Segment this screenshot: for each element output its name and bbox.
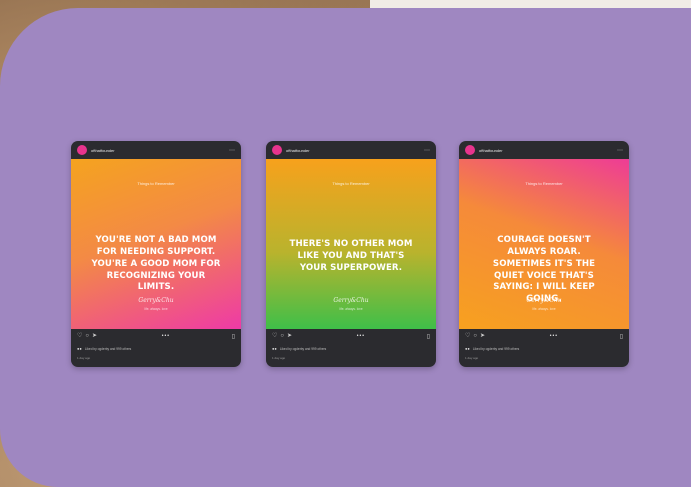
post-header: ofthatfounder ⋯ bbox=[71, 141, 241, 159]
liked-by-text[interactable]: Liked by ogderby and 999 others bbox=[280, 347, 326, 351]
post-time: 1 day ago bbox=[272, 356, 286, 360]
liked-avatars: ●● bbox=[465, 346, 470, 351]
instagram-post[interactable]: ofthatfounder ⋯ Things to Remember THERE… bbox=[266, 141, 436, 367]
post-image: Things to Remember THERE'S NO OTHER MOM … bbox=[266, 159, 436, 329]
heart-icon[interactable]: ♡ bbox=[465, 333, 470, 339]
post-likes: ●● Liked by ogderby and 999 others bbox=[465, 346, 623, 351]
post-signature: Gerry&Chu bbox=[138, 297, 174, 304]
post-actions: ♡ ○ ➤ ••• ▯ bbox=[77, 332, 235, 340]
carousel-dots: ••• bbox=[549, 333, 558, 339]
avatar[interactable] bbox=[465, 145, 475, 155]
background-highlight bbox=[370, 0, 691, 8]
post-signature-sub: life. always. love bbox=[144, 307, 168, 311]
post-signature-sub: life. always. love bbox=[339, 307, 363, 311]
post-time: 1 day ago bbox=[465, 356, 479, 360]
instagram-post[interactable]: ofthatfounder ⋯ Things to Remember YOU'R… bbox=[71, 141, 241, 367]
post-signature: Gerry&Chu bbox=[333, 297, 369, 304]
liked-by-text[interactable]: Liked by ogderby and 999 others bbox=[85, 347, 131, 351]
share-icon[interactable]: ➤ bbox=[287, 333, 292, 339]
heart-icon[interactable]: ♡ bbox=[272, 333, 277, 339]
post-image: Things to Remember COURAGE DOESN'T ALWAY… bbox=[459, 159, 629, 329]
avatar[interactable] bbox=[272, 145, 282, 155]
post-quote: COURAGE DOESN'T ALWAYS ROAR. SOMETIMES I… bbox=[492, 235, 596, 305]
liked-by-text[interactable]: Liked by ogderby and 999 others bbox=[473, 347, 519, 351]
purple-panel: ofthatfounder ⋯ Things to Remember YOU'R… bbox=[0, 8, 691, 487]
post-handle[interactable]: ofthatfounder bbox=[479, 148, 617, 153]
comment-icon[interactable]: ○ bbox=[280, 333, 284, 339]
post-grid: ofthatfounder ⋯ Things to Remember YOU'R… bbox=[71, 141, 631, 367]
post-handle[interactable]: ofthatfounder bbox=[91, 148, 229, 153]
share-icon[interactable]: ➤ bbox=[92, 333, 97, 339]
post-eyebrow: Things to Remember bbox=[137, 181, 175, 186]
liked-avatars: ●● bbox=[77, 346, 82, 351]
more-icon[interactable]: ⋯ bbox=[424, 147, 430, 154]
post-handle[interactable]: ofthatfounder bbox=[286, 148, 424, 153]
more-icon[interactable]: ⋯ bbox=[229, 147, 235, 154]
bookmark-icon[interactable]: ▯ bbox=[620, 333, 623, 340]
post-signature: Gerry&Chu bbox=[526, 297, 562, 304]
carousel-dots: ••• bbox=[161, 333, 170, 339]
post-signature-sub: life. always. love bbox=[532, 307, 556, 311]
share-icon[interactable]: ➤ bbox=[480, 333, 485, 339]
post-actions: ♡ ○ ➤ ••• ▯ bbox=[465, 332, 623, 340]
more-icon[interactable]: ⋯ bbox=[617, 147, 623, 154]
comment-icon[interactable]: ○ bbox=[85, 333, 89, 339]
post-header: ofthatfounder ⋯ bbox=[266, 141, 436, 159]
post-eyebrow: Things to Remember bbox=[332, 181, 370, 186]
post-actions: ♡ ○ ➤ ••• ▯ bbox=[272, 332, 430, 340]
post-header: ofthatfounder ⋯ bbox=[459, 141, 629, 159]
heart-icon[interactable]: ♡ bbox=[77, 333, 82, 339]
avatar[interactable] bbox=[77, 145, 87, 155]
bookmark-icon[interactable]: ▯ bbox=[427, 333, 430, 340]
bookmark-icon[interactable]: ▯ bbox=[232, 333, 235, 340]
post-image: Things to Remember YOU'RE NOT A BAD MOM … bbox=[71, 159, 241, 329]
post-eyebrow: Things to Remember bbox=[525, 181, 563, 186]
post-likes: ●● Liked by ogderby and 999 others bbox=[77, 346, 235, 351]
carousel-dots: ••• bbox=[356, 333, 365, 339]
post-time: 1 day ago bbox=[77, 356, 91, 360]
post-quote: THERE'S NO OTHER MOM LIKE YOU AND THAT'S… bbox=[289, 239, 413, 273]
post-likes: ●● Liked by ogderby and 999 others bbox=[272, 346, 430, 351]
instagram-post[interactable]: ofthatfounder ⋯ Things to Remember COURA… bbox=[459, 141, 629, 367]
comment-icon[interactable]: ○ bbox=[473, 333, 477, 339]
liked-avatars: ●● bbox=[272, 346, 277, 351]
post-quote: YOU'RE NOT A BAD MOM FOR NEEDING SUPPORT… bbox=[91, 235, 221, 293]
